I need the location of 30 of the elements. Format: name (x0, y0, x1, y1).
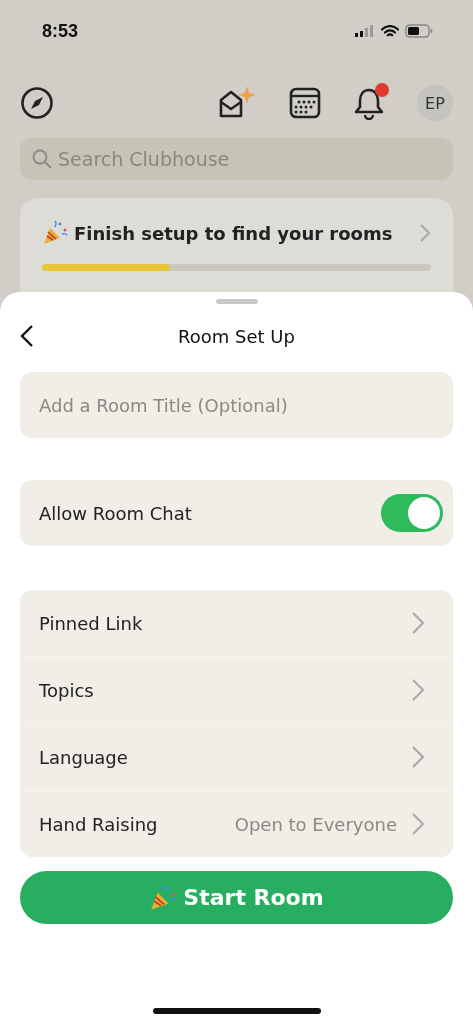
status-time: 8:53 (42, 20, 79, 42)
option-row[interactable]: Topics (20, 656, 453, 723)
party-popper-icon (42, 220, 68, 246)
row-label: Allow Room Chat (39, 502, 192, 524)
setup-title: Finish setup to find your rooms (74, 222, 394, 244)
battery-icon (405, 24, 433, 38)
option-row[interactable]: Hand Raising Open to Everyone (20, 790, 453, 857)
back-icon[interactable] (20, 324, 34, 348)
setup-card[interactable]: Finish setup to find your rooms (20, 198, 453, 292)
toggle-switch[interactable] (381, 494, 443, 532)
signal-icon (355, 25, 375, 37)
calendar-icon[interactable] (289, 87, 321, 119)
option-row[interactable]: Language (20, 723, 453, 790)
sheet-title: Room Set Up (178, 325, 295, 347)
sheet-handle[interactable] (215, 299, 258, 304)
option-value: Open to Everyone (234, 813, 397, 835)
chevron-right-icon (411, 678, 425, 702)
chevron-right-icon (411, 745, 425, 769)
bell-icon[interactable] (353, 86, 385, 120)
option-row[interactable]: Pinned Link (20, 590, 453, 656)
avatar[interactable]: EP (417, 85, 453, 121)
room-title-field[interactable]: Add a Room Title (Optional) (20, 372, 453, 438)
party-popper-icon (149, 883, 178, 912)
chevron-right-icon (419, 223, 431, 243)
chevron-right-icon (411, 812, 425, 836)
envelope-sparkle-icon[interactable] (217, 86, 257, 120)
chevron-right-icon (411, 611, 425, 635)
wifi-icon (381, 24, 399, 38)
compass-icon[interactable] (20, 86, 54, 120)
search-field[interactable]: Search Clubhouse (20, 138, 453, 180)
